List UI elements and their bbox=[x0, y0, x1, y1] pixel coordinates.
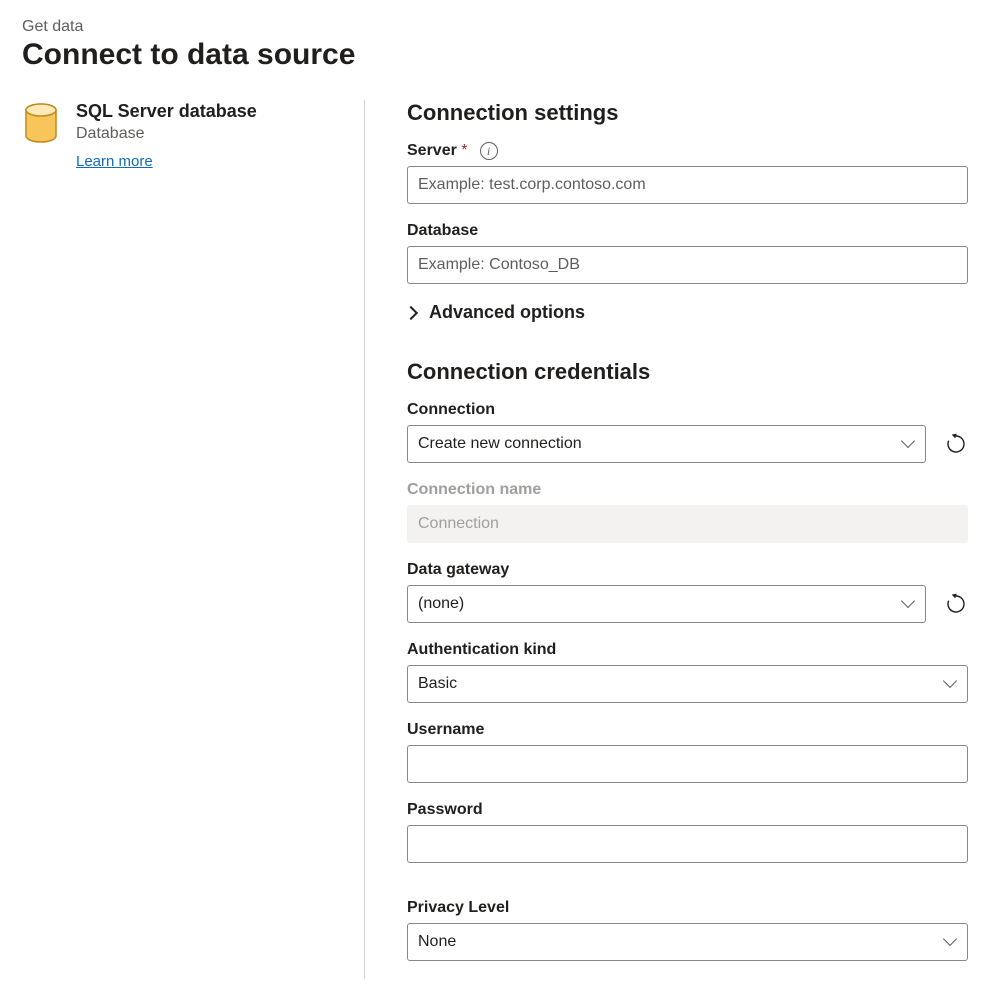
chevron-down-icon bbox=[943, 935, 957, 949]
required-indicator: * bbox=[461, 142, 467, 159]
refresh-connection-button[interactable] bbox=[944, 432, 968, 456]
chevron-down-icon bbox=[901, 437, 915, 451]
refresh-icon bbox=[945, 593, 967, 615]
info-icon[interactable]: i bbox=[480, 142, 498, 160]
database-icon bbox=[22, 102, 60, 147]
privacy-level-label: Privacy Level bbox=[407, 899, 968, 917]
privacy-level-select[interactable]: None bbox=[407, 923, 968, 961]
password-label: Password bbox=[407, 801, 968, 819]
connection-select[interactable]: Create new connection bbox=[407, 425, 926, 463]
server-label: Server * i bbox=[407, 142, 498, 160]
connection-credentials-heading: Connection credentials bbox=[407, 359, 968, 385]
page-title: Connect to data source bbox=[22, 38, 982, 72]
chevron-down-icon bbox=[943, 677, 957, 691]
username-label: Username bbox=[407, 721, 968, 739]
chevron-down-icon bbox=[901, 597, 915, 611]
connection-settings-heading: Connection settings bbox=[407, 100, 968, 126]
auth-kind-select[interactable]: Basic bbox=[407, 665, 968, 703]
password-input[interactable] bbox=[407, 825, 968, 863]
source-title: SQL Server database bbox=[76, 100, 257, 123]
advanced-options-toggle[interactable]: Advanced options bbox=[407, 302, 968, 323]
breadcrumb: Get data bbox=[22, 18, 982, 36]
source-subtitle: Database bbox=[76, 125, 257, 143]
database-input[interactable] bbox=[407, 246, 968, 284]
data-gateway-label: Data gateway bbox=[407, 561, 968, 579]
chevron-right-icon bbox=[407, 307, 419, 319]
connection-label: Connection bbox=[407, 401, 968, 419]
data-gateway-select[interactable]: (none) bbox=[407, 585, 926, 623]
refresh-icon bbox=[945, 433, 967, 455]
connection-name-input: Connection bbox=[407, 505, 968, 543]
username-input[interactable] bbox=[407, 745, 968, 783]
refresh-gateway-button[interactable] bbox=[944, 592, 968, 616]
database-label: Database bbox=[407, 222, 968, 240]
connection-name-label: Connection name bbox=[407, 481, 968, 499]
server-input[interactable] bbox=[407, 166, 968, 204]
learn-more-link[interactable]: Learn more bbox=[76, 153, 153, 170]
data-source-card: SQL Server database Database Learn more bbox=[22, 100, 344, 170]
auth-kind-label: Authentication kind bbox=[407, 641, 968, 659]
